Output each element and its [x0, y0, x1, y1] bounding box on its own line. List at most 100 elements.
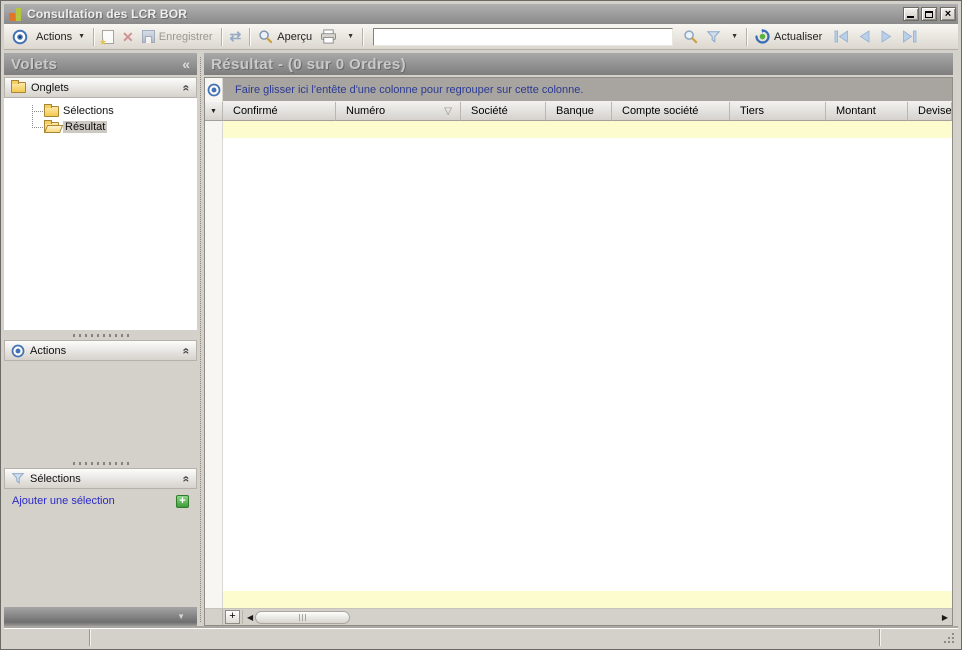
column-header-societe[interactable]: Société — [461, 102, 546, 121]
panel-splitter[interactable] — [197, 53, 204, 626]
selections-section-header[interactable]: Sélections « — [4, 468, 197, 489]
delete-button[interactable]: ✕ — [118, 29, 138, 45]
sidebar-filler — [4, 513, 197, 607]
onglets-tree-box: Sélections Résultat — [4, 98, 197, 330]
column-header-label: Numéro — [346, 104, 386, 117]
result-header: Résultat - (0 sur 0 Ordres) — [204, 53, 953, 75]
print-dropdown-button[interactable]: ▼ — [341, 31, 358, 42]
tree-item-selections[interactable]: Sélections — [32, 103, 197, 119]
save-label: Enregistrer — [158, 30, 213, 43]
collapse-panel-icon[interactable]: « — [182, 56, 190, 72]
filter-dropdown-button[interactable]: ▼ — [725, 31, 742, 42]
thumb-grip-icon — [299, 613, 307, 621]
result-title: Résultat - (0 sur 0 Ordres) — [211, 55, 407, 73]
toolbar-separator — [249, 27, 251, 46]
groupby-drop-zone[interactable]: Faire glisser ici l'entête d'une colonne… — [223, 78, 952, 102]
filter-button[interactable] — [702, 28, 725, 46]
preview-button[interactable]: Aperçu — [254, 27, 316, 46]
sidebar-splitter[interactable] — [4, 458, 197, 468]
open-folder-icon — [44, 119, 59, 133]
column-header-confirme[interactable]: Confirmé — [223, 102, 336, 121]
collapse-section-icon[interactable]: « — [180, 84, 194, 91]
status-bar — [4, 628, 958, 646]
grid-bottom-highlight-row — [205, 591, 952, 608]
horizontal-scrollbar: + ◀ ▶ — [205, 608, 952, 625]
delete-icon: ✕ — [122, 28, 134, 45]
bullseye-icon — [11, 344, 25, 358]
minimize-button[interactable] — [903, 7, 919, 21]
add-selection-link[interactable]: Ajouter une sélection — [12, 495, 176, 507]
sidebar-splitter[interactable] — [4, 330, 197, 340]
magnifier-icon — [683, 29, 698, 44]
sidebar-volets: Volets « Onglets « Sélections Résultat A… — [4, 53, 197, 626]
bullseye-icon — [207, 83, 221, 97]
toolbar: Actions ▼ ✕ Enregistrer ⇄ Aperçu ▼ — [4, 24, 958, 50]
content-area: Volets « Onglets « Sélections Résultat A… — [4, 50, 958, 626]
status-pane-left — [4, 629, 89, 646]
column-header-numero[interactable]: Numéro ▽ — [336, 102, 461, 121]
folder-icon — [44, 103, 59, 117]
tree-item-resultat[interactable]: Résultat — [32, 119, 197, 135]
chevron-down-icon: ▼ — [731, 33, 739, 40]
onglets-tree: Sélections Résultat — [4, 98, 197, 135]
row-indicator-header[interactable]: ▼ — [205, 102, 223, 121]
app-icon — [8, 7, 23, 22]
print-button[interactable] — [316, 27, 341, 46]
toolbar-separator — [93, 27, 95, 46]
column-header-compte-societe[interactable]: Compte société — [612, 102, 730, 121]
actions-section-header[interactable]: Actions « — [4, 340, 197, 361]
highlight-row-fill — [223, 121, 952, 138]
search-input[interactable] — [373, 27, 674, 46]
onglets-section-header[interactable]: Onglets « — [4, 77, 197, 98]
tree-item-label: Sélections — [63, 105, 114, 117]
add-row-button[interactable]: + — [225, 610, 240, 624]
grid-corner-cell — [205, 78, 223, 102]
bullseye-icon — [12, 29, 28, 45]
new-button[interactable] — [98, 28, 118, 48]
column-header-devise[interactable]: Devise — [908, 102, 952, 121]
actions-menu-button[interactable]: Actions ▼ — [32, 29, 89, 45]
previous-record-button[interactable] — [858, 30, 871, 43]
sync-button[interactable]: ⇄ — [226, 26, 246, 47]
magnifier-icon — [258, 29, 273, 44]
refresh-button[interactable]: Actualiser — [751, 27, 826, 46]
onglets-section-label: Onglets — [31, 81, 69, 94]
minimize-icon — [907, 16, 914, 18]
add-selection-plus-button[interactable]: + — [176, 494, 189, 508]
column-header-row: ▼ Confirmé Numéro ▽ Société Banque Compt… — [205, 102, 952, 121]
chevron-down-icon: ▼ — [78, 33, 86, 40]
add-selection-row: Ajouter une sélection + — [4, 489, 197, 513]
scroll-right-button[interactable]: ▶ — [940, 613, 950, 622]
volets-header: Volets « — [4, 53, 197, 75]
collapse-section-icon[interactable]: « — [180, 475, 194, 482]
record-navigation — [834, 30, 917, 43]
refresh-label: Actualiser — [774, 30, 823, 43]
resize-grip[interactable] — [952, 641, 954, 643]
column-header-montant[interactable]: Montant — [826, 102, 908, 121]
volets-title: Volets — [11, 55, 58, 73]
last-record-button[interactable] — [902, 30, 917, 43]
row-indicator-cell — [205, 591, 223, 608]
status-pane-right — [880, 629, 958, 646]
window-title: Consultation des LCR BOR — [27, 7, 188, 21]
next-record-button[interactable] — [880, 30, 893, 43]
scroll-left-button[interactable]: ◀ — [245, 613, 255, 622]
column-header-tiers[interactable]: Tiers — [730, 102, 826, 121]
maximize-button[interactable] — [921, 7, 937, 21]
column-header-banque[interactable]: Banque — [546, 102, 612, 121]
first-record-button[interactable] — [834, 30, 849, 43]
scrollbar-thumb[interactable] — [255, 610, 351, 624]
toolbar-separator — [362, 27, 364, 46]
tree-item-label-selected: Résultat — [63, 121, 108, 133]
search-button[interactable] — [679, 27, 702, 46]
app-window: Consultation des LCR BOR × Actions ▼ ✕ E… — [0, 0, 962, 650]
save-button[interactable]: Enregistrer — [138, 28, 217, 45]
chevron-down-icon: ▼ — [347, 33, 355, 40]
grid-body-fill — [223, 138, 952, 591]
sidebar-footer-bar[interactable]: ▼ — [4, 607, 197, 626]
close-button[interactable]: × — [940, 7, 956, 21]
sync-icon: ⇄ — [229, 28, 242, 44]
new-document-icon — [99, 29, 115, 48]
collapse-section-icon[interactable]: « — [180, 347, 194, 354]
scrollbar-corner-cell — [205, 609, 223, 625]
